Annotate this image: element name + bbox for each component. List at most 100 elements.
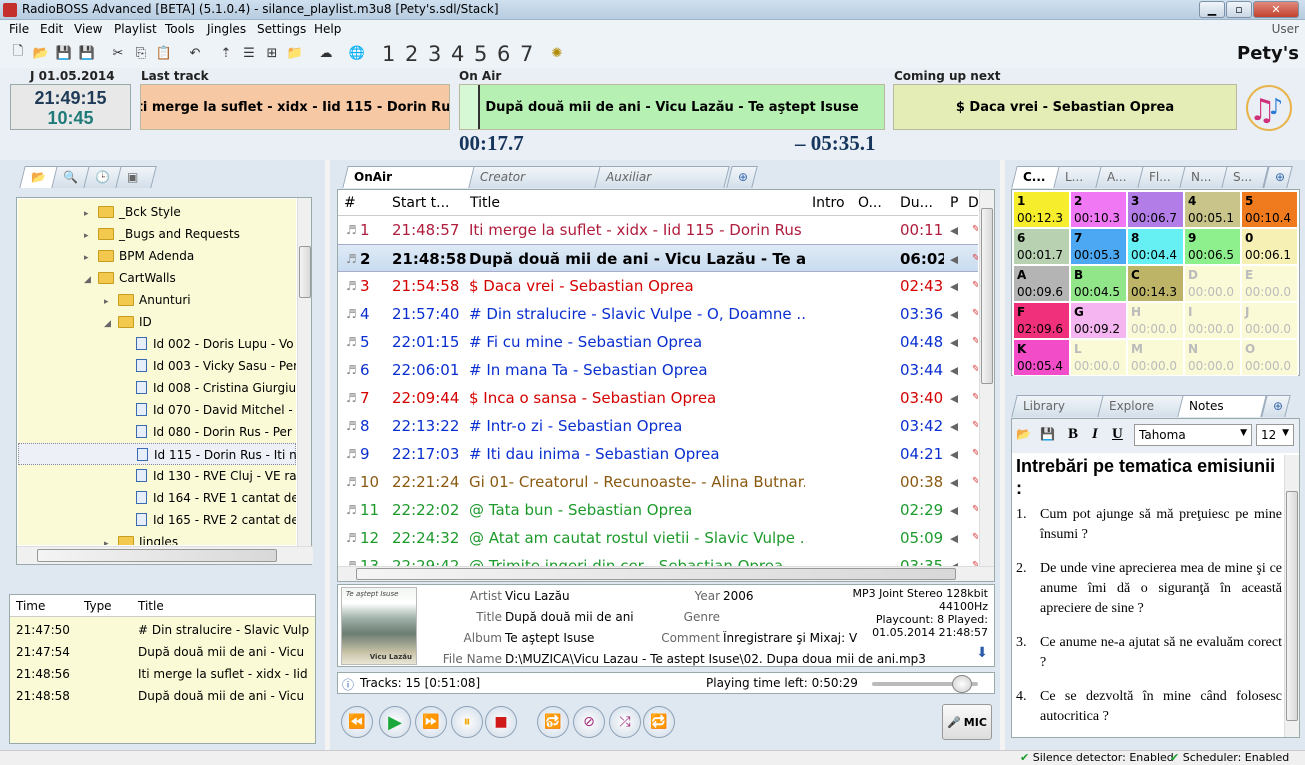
- cart-button[interactable]: 3 00:06.7: [1127, 191, 1184, 228]
- user-menu[interactable]: User: [1272, 22, 1299, 36]
- playlist-hscroll-thumb[interactable]: [356, 568, 956, 580]
- play-button[interactable]: ▶: [379, 706, 411, 738]
- cart-button[interactable]: M 00:00.0: [1127, 339, 1184, 376]
- history-row[interactable]: 21:48:56 Iti merge la suflet - xidx - Iid: [10, 663, 315, 685]
- playlist-7-button[interactable]: 7: [520, 42, 533, 66]
- save-icon[interactable]: 💾: [56, 45, 72, 61]
- playlist-row[interactable]: ♬ 12 22:24:32 @ Atat am cautat rostul vieti…: [338, 524, 978, 552]
- tree-item[interactable]: Id 164 - RVE 1 cantat de: [18, 487, 296, 509]
- coming-up-box[interactable]: $ Daca vrei - Sebastian Oprea: [893, 84, 1237, 130]
- tree-item[interactable]: Id 002 - Doris Lupu - Vo: [18, 333, 296, 355]
- playlist-row[interactable]: ♬ 8 22:13:22 # Intr-o zi - Sebastian Oprea 0…: [338, 412, 978, 440]
- cart-button[interactable]: 0 00:06.1: [1241, 228, 1298, 265]
- col-start-time[interactable]: Start t...: [392, 195, 450, 211]
- minimize-button[interactable]: ▁: [1199, 1, 1225, 18]
- menu-tools[interactable]: Tools: [165, 22, 195, 36]
- maximize-button[interactable]: ▫: [1226, 1, 1252, 18]
- cart-button[interactable]: D 00:00.0: [1184, 265, 1241, 302]
- cart-button[interactable]: 1 00:12.3: [1013, 191, 1070, 228]
- font-size-select[interactable]: 12 ▼: [1256, 424, 1294, 446]
- expand-arrow-icon[interactable]: ▸: [84, 203, 98, 225]
- tree-item[interactable]: Id 008 - Cristina Giurgiu: [18, 377, 296, 399]
- col-title[interactable]: Title: [470, 195, 500, 211]
- close-button[interactable]: ✕: [1253, 1, 1299, 18]
- stop-button[interactable]: ■: [485, 706, 517, 738]
- new-icon[interactable]: 🗋: [10, 44, 26, 61]
- playlist-6-button[interactable]: 6: [497, 42, 510, 66]
- tree-hscroll-thumb[interactable]: [37, 549, 277, 562]
- tree-item[interactable]: Id 115 - Dorin Rus - Iti n: [18, 443, 296, 465]
- tree-hscroll[interactable]: [17, 546, 313, 564]
- cart-button[interactable]: E 00:00.0: [1241, 265, 1298, 302]
- playlist-row[interactable]: ♬ 3 21:54:58 $ Daca vrei - Sebastian Oprea 0…: [338, 272, 978, 300]
- repeat-one-icon[interactable]: 🔂: [537, 706, 569, 738]
- playlist-hscroll[interactable]: [338, 566, 994, 581]
- open-icon[interactable]: 📂: [33, 45, 49, 61]
- expand-arrow-icon[interactable]: ▸: [104, 291, 118, 313]
- cart-button[interactable]: O 00:00.0: [1241, 339, 1298, 376]
- add-tab-button[interactable]: ⊕: [726, 166, 758, 188]
- notes-vscroll[interactable]: [1284, 455, 1299, 737]
- playlist-4-button[interactable]: 4: [451, 42, 464, 66]
- add-track-icon[interactable]: ⇡: [218, 45, 234, 61]
- playlist-vscroll[interactable]: [979, 190, 994, 566]
- folder-add-icon[interactable]: 📁: [287, 45, 303, 61]
- pause-button[interactable]: ⏸: [451, 706, 483, 738]
- expand-arrow-icon[interactable]: ▸: [104, 533, 118, 545]
- playlist-row[interactable]: ♬ 4 21:57:40 # Din stralucire - Slavic Vulp…: [338, 300, 978, 328]
- font-select[interactable]: Tahoma ▼: [1134, 424, 1252, 446]
- playlist-row[interactable]: ♬ 10 22:21:24 Gi 01- Creatorul - Recunoaste…: [338, 468, 978, 496]
- undo-icon[interactable]: ↶: [187, 45, 203, 61]
- playlist-row[interactable]: ♬ 5 22:01:15 # Fi cu mine - Sebastian Oprea…: [338, 328, 978, 356]
- volume-thumb[interactable]: [952, 675, 973, 693]
- notes-vscroll-thumb[interactable]: [1286, 491, 1298, 721]
- playlist-row[interactable]: ♬ 9 22:17:03 # Iti dau inima - Sebastian Op…: [338, 440, 978, 468]
- cart-button[interactable]: L 00:00.0: [1070, 339, 1127, 376]
- expand-arrow-icon[interactable]: ◢: [104, 313, 118, 335]
- download-icon[interactable]: ⬇: [976, 645, 988, 661]
- cart-button[interactable]: 2 00:10.3: [1070, 191, 1127, 228]
- add-list-icon[interactable]: ☰: [241, 45, 257, 61]
- tab-auxiliar[interactable]: Auxiliar: [594, 166, 730, 188]
- tab-creator[interactable]: Creator: [468, 166, 604, 188]
- history-col-time[interactable]: Time: [16, 599, 45, 613]
- notes-text[interactable]: Intrebări pe tematica emisiunii : 1. Cum …: [1014, 455, 1282, 735]
- playlist-3-button[interactable]: 3: [428, 42, 441, 66]
- cart-button[interactable]: C 00:14.3: [1127, 265, 1184, 302]
- copy-icon[interactable]: ⎘: [133, 45, 149, 61]
- menu-file[interactable]: File: [9, 22, 29, 36]
- cart-button[interactable]: 7 00:05.3: [1070, 228, 1127, 265]
- last-track-box[interactable]: Iti merge la suflet - xidx - Iid 115 - D…: [140, 84, 450, 130]
- tree-item[interactable]: Id 080 - Dorin Rus - Per: [18, 421, 296, 443]
- paste-icon[interactable]: 📋: [156, 45, 172, 61]
- repeat-icon[interactable]: 🔁: [643, 706, 675, 738]
- expand-arrow-icon[interactable]: ▸: [84, 225, 98, 247]
- tree-vscroll[interactable]: [297, 198, 311, 546]
- on-air-box[interactable]: După două mii de ani - Vicu Lazău - Te a…: [459, 84, 885, 130]
- playlist-1-button[interactable]: 1: [382, 42, 395, 66]
- col-d[interactable]: D: [968, 195, 979, 211]
- expand-arrow-icon[interactable]: ◢: [84, 269, 98, 291]
- cart-button[interactable]: F 02:09.6: [1013, 302, 1070, 339]
- history-col-title[interactable]: Title: [138, 599, 164, 613]
- history-col-type[interactable]: Type: [84, 599, 112, 613]
- cart-button[interactable]: I 00:00.0: [1184, 302, 1241, 339]
- previous-button[interactable]: ⏪: [341, 706, 373, 738]
- tree-item[interactable]: ▸ BPM Adenda: [18, 245, 296, 267]
- tree-item[interactable]: Id 130 - RVE Cluj - VE ra: [18, 465, 296, 487]
- menu-view[interactable]: View: [74, 22, 102, 36]
- playlist-row[interactable]: ♬ 1 21:48:57 Iti merge la suflet - xidx - I…: [338, 216, 978, 244]
- block-icon[interactable]: ⊘: [573, 706, 605, 738]
- tab-cart[interactable]: ▣: [115, 166, 157, 188]
- shuffle-icon[interactable]: ⤮: [609, 706, 641, 738]
- cart-button[interactable]: 8 00:04.4: [1127, 228, 1184, 265]
- col-intro[interactable]: Intro: [812, 195, 845, 211]
- cart-button[interactable]: J 00:00.0: [1241, 302, 1298, 339]
- playlist-row[interactable]: ♬ 11 22:22:02 @ Tata bun - Sebastian Oprea 0…: [338, 496, 978, 524]
- tab-explore[interactable]: Explore: [1097, 395, 1187, 417]
- bold-button[interactable]: B: [1068, 426, 1078, 443]
- col-number[interactable]: #: [344, 195, 356, 211]
- tree-item[interactable]: Id 165 - RVE 2 cantat de: [18, 509, 296, 531]
- tree-item[interactable]: ◢ ID: [18, 311, 296, 333]
- tab-notes[interactable]: Notes: [1177, 395, 1267, 417]
